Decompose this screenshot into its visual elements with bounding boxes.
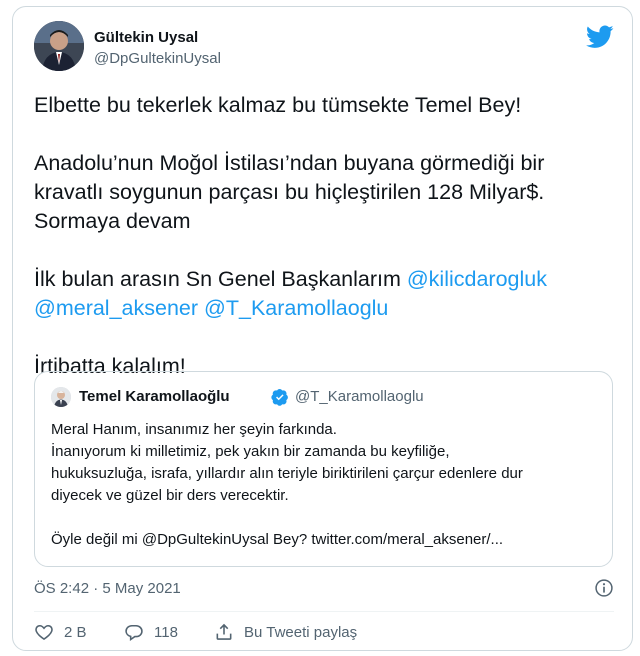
twitter-bird-icon[interactable] (586, 25, 614, 49)
share-button[interactable]: Bu Tweeti paylaş (214, 619, 357, 645)
tweet-timestamp[interactable]: ÖS 2:42 · 5 May 2021 (34, 580, 181, 597)
tweet-actions: 2 B 118 Bu Tweeti paylaş (34, 619, 614, 645)
mention-link[interactable]: @meral_aksener (34, 296, 198, 320)
quoted-author-name[interactable]: Temel Karamollaoğlu (79, 388, 230, 405)
quoted-line: Öyle değil mi @DpGultekinUysal Bey? twit… (51, 531, 504, 548)
quoted-author-handle[interactable]: @T_Karamollaoglu (295, 388, 424, 405)
quoted-author-avatar[interactable] (51, 387, 71, 407)
mention-link[interactable]: @kilicdarogluk (407, 267, 547, 291)
tweet-text: Elbette bu tekerlek kalmaz bu tümsekte T… (34, 91, 614, 381)
quoted-line: diyecek ve güzel bir ders verecektir. (51, 487, 289, 504)
tweet-card[interactable]: Gültekin Uysal @DpGultekinUysal Elbette … (12, 6, 633, 651)
quoted-tweet[interactable]: Temel Karamollaoğlu @T_Karamollaoglu Mer… (34, 371, 613, 567)
like-count: 2 B (64, 623, 87, 641)
quoted-tweet-text: Meral Hanım, insanımız her şeyin farkınd… (51, 419, 601, 551)
tweet-line: Sormaya devam (34, 209, 191, 233)
tweet-paragraph-1: Elbette bu tekerlek kalmaz bu tümsekte T… (34, 91, 614, 120)
quoted-line: Meral Hanım, insanımız her şeyin farkınd… (51, 421, 337, 438)
tweet-paragraph-2: Anadolu’nun Moğol İstilası’ndan buyana g… (34, 149, 614, 236)
tweet-paragraph-3: İlk bulan arasın Sn Genel Başkanlarım @k… (34, 265, 614, 323)
like-button[interactable]: 2 B (34, 619, 87, 645)
tweet-line: Anadolu’nun Moğol İstilası’ndan buyana g… (34, 151, 545, 175)
reply-button[interactable]: 118 (124, 619, 178, 645)
quoted-line: İnanıyorum ki milletimiz, pek yakın bir … (51, 443, 450, 460)
author-avatar[interactable] (34, 21, 84, 71)
tweet-meta: ÖS 2:42 · 5 May 2021 (34, 578, 614, 600)
mention-link[interactable]: @T_Karamollaoglu (204, 296, 388, 320)
tweet-line: kravatlı soygunun parçası bu hiçleştiril… (34, 180, 545, 204)
tweet-header: Gültekin Uysal @DpGultekinUysal (34, 21, 614, 77)
author-handle[interactable]: @DpGultekinUysal (94, 50, 221, 67)
info-icon[interactable] (594, 578, 614, 598)
share-icon (216, 623, 232, 640)
quoted-line: hukuksuzluğa, israfa, yıllardır alın ter… (51, 465, 523, 482)
author-name[interactable]: Gültekin Uysal (94, 29, 198, 46)
tweet-line: Elbette bu tekerlek kalmaz bu tümsekte T… (34, 93, 522, 117)
quoted-spacer (51, 507, 601, 529)
share-label: Bu Tweeti paylaş (244, 623, 358, 641)
verified-badge-icon (271, 389, 288, 406)
reply-icon (125, 624, 143, 642)
tweet-line: İlk bulan arasın Sn Genel Başkanlarım (34, 267, 407, 291)
heart-icon (35, 624, 53, 641)
quoted-tweet-header: Temel Karamollaoğlu @T_Karamollaoglu (51, 386, 591, 408)
divider (34, 611, 614, 612)
reply-count: 118 (154, 623, 178, 641)
